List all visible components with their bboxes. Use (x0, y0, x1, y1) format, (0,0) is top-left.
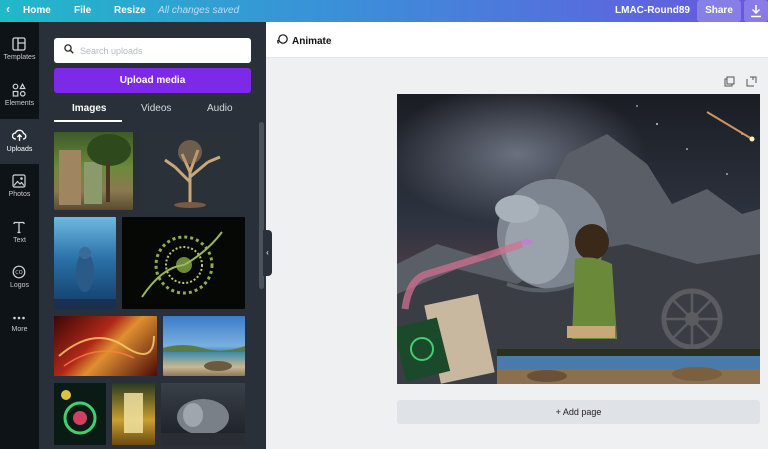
save-status: All changes saved (158, 5, 240, 16)
rail-item-uploads[interactable]: Uploads (0, 119, 39, 164)
upload-thumbnail-doorway[interactable] (112, 383, 155, 445)
chevron-left-icon[interactable]: ‹ (6, 3, 10, 15)
thumbnail-art (58, 335, 155, 367)
tab-images[interactable]: Images (72, 103, 106, 114)
upload-cloud-icon (12, 129, 27, 141)
tab-videos[interactable]: Videos (141, 103, 171, 114)
upload-thumbnail-fractal[interactable] (122, 217, 245, 309)
thumbnail-art (161, 399, 245, 445)
rail-item-logos[interactable]: CO Logos (0, 256, 39, 301)
thumbnail-art (164, 140, 221, 208)
svg-text:CO: CO (15, 270, 22, 276)
search-box[interactable] (54, 38, 251, 63)
canvas-artwork (397, 94, 760, 384)
rail-item-templates[interactable]: Templates (0, 28, 39, 73)
thumbnail-art (141, 231, 223, 298)
upload-thumbnail-garden[interactable] (54, 132, 133, 210)
home-button[interactable]: Home (23, 5, 51, 17)
upload-thumbnail-tree[interactable] (140, 132, 240, 210)
collapse-panel-button[interactable]: ‹ (263, 230, 272, 276)
thumbnail-art (163, 345, 245, 371)
elements-icon (12, 83, 26, 97)
animate-button[interactable]: Animate (276, 34, 331, 47)
add-page-button[interactable]: + Add page (397, 400, 760, 424)
duplicate-page-icon[interactable] (724, 76, 735, 87)
editor-toolbar: Animate (266, 22, 768, 58)
upload-thumbnail-abstract-red[interactable] (54, 316, 157, 376)
rail-label: Photos (8, 191, 31, 198)
photos-icon (12, 174, 26, 188)
text-icon (13, 221, 25, 234)
rail-item-more[interactable]: More (0, 302, 39, 347)
more-icon (13, 316, 25, 320)
rail-item-elements[interactable]: Elements (0, 74, 39, 119)
search-input[interactable] (80, 42, 240, 59)
uploads-panel: Upload media Images Videos Audio (39, 22, 272, 449)
upload-thumbnail-ring[interactable] (54, 383, 106, 445)
templates-icon (12, 37, 26, 51)
animate-icon (277, 34, 288, 44)
rail-item-photos[interactable]: Photos (0, 165, 39, 210)
tab-audio[interactable]: Audio (207, 103, 233, 114)
rail-label: Uploads (6, 146, 33, 153)
side-rail: Templates Elements Uploads Photos Text C… (0, 22, 39, 449)
media-tabs: Images Videos Audio (54, 100, 251, 122)
upload-thumbnail-beach[interactable] (163, 316, 245, 376)
download-icon (751, 5, 761, 18)
rail-label: Templates (3, 54, 36, 61)
thumbnail-art (61, 390, 97, 435)
share-button[interactable]: Share (697, 0, 741, 22)
active-tab-indicator (54, 120, 122, 122)
thumbnail-art (124, 393, 143, 433)
thumbnail-art (54, 247, 116, 309)
top-bar: ‹ Home File Resize All changes saved LMA… (0, 0, 768, 22)
design-canvas[interactable] (397, 94, 760, 384)
download-button[interactable] (744, 0, 768, 22)
upload-thumbnail-underwater[interactable] (54, 217, 116, 309)
rail-label: Logos (9, 282, 30, 289)
resize-button[interactable]: Resize (114, 5, 146, 17)
add-page-icon[interactable] (746, 76, 757, 87)
rail-label: Text (13, 237, 26, 244)
design-name[interactable]: LMAC-Round89 (615, 5, 690, 17)
upload-media-button[interactable]: Upload media (54, 68, 251, 93)
upload-thumbnail-stone-head[interactable] (161, 383, 245, 445)
file-menu[interactable]: File (74, 5, 91, 17)
animate-label: Animate (292, 36, 332, 47)
rail-label: Elements (4, 100, 35, 107)
search-icon (64, 44, 74, 54)
thumbnail-art (59, 134, 131, 205)
logos-icon: CO (12, 265, 26, 279)
rail-item-text[interactable]: Text (0, 211, 39, 256)
rail-label: More (11, 326, 28, 333)
